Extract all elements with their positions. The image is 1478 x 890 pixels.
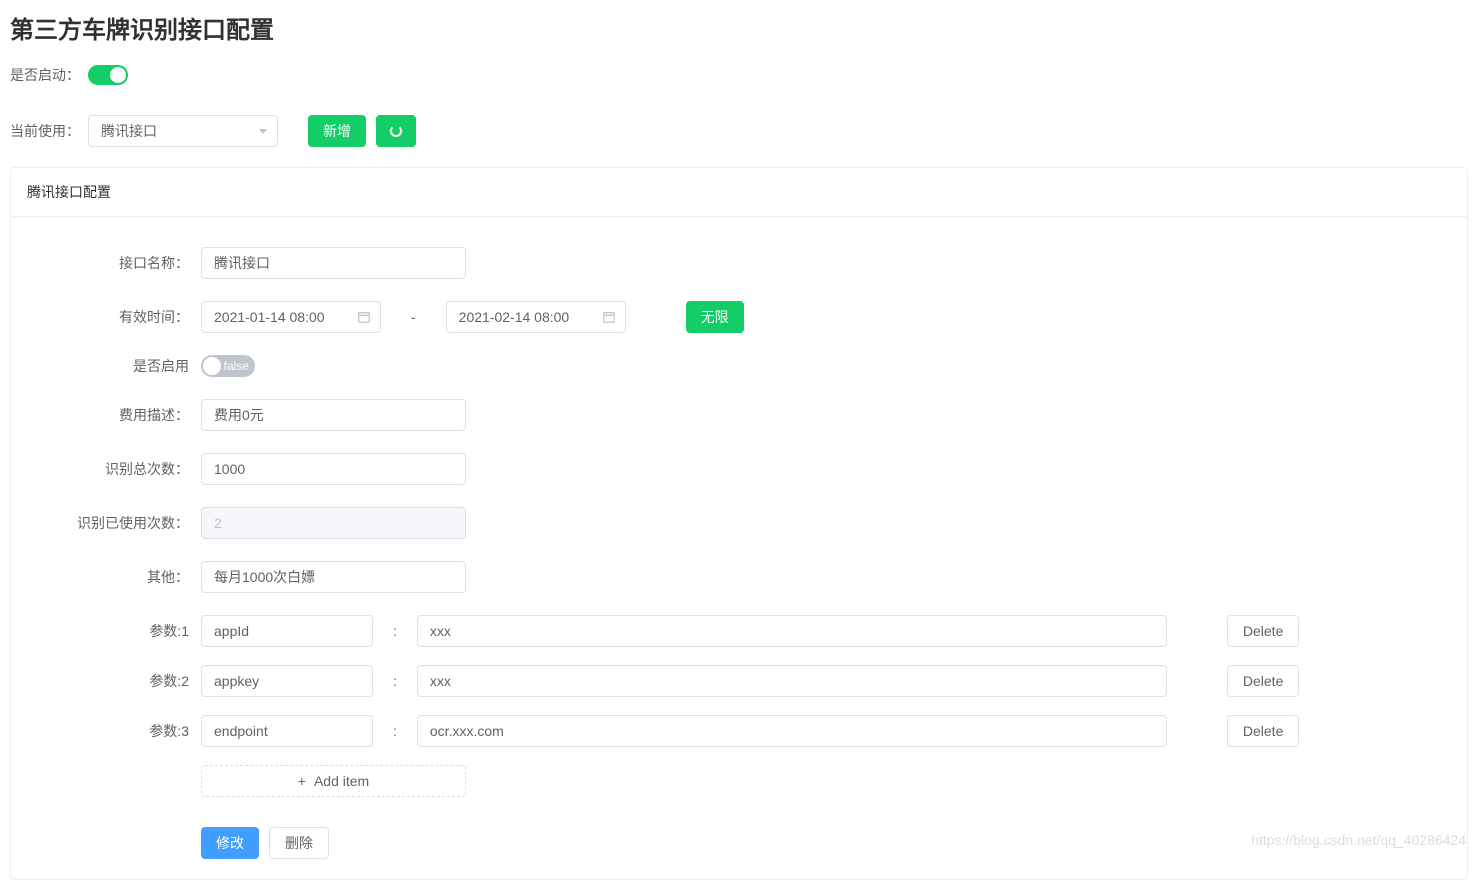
param-value-input[interactable] xyxy=(417,665,1167,697)
page-title: 第三方车牌识别接口配置 xyxy=(10,10,1468,45)
param-row: 参数:1 : Delete xyxy=(31,615,1447,647)
total-input[interactable] xyxy=(201,453,466,485)
param-value-input[interactable] xyxy=(417,615,1167,647)
refresh-button[interactable] xyxy=(376,115,416,147)
param-separator: : xyxy=(393,623,397,639)
other-input[interactable] xyxy=(201,561,466,593)
form-enable-label: 是否启用 xyxy=(31,356,201,376)
name-input[interactable] xyxy=(201,247,466,279)
param-label: 参数:2 xyxy=(31,671,201,691)
name-label: 接口名称： xyxy=(31,253,201,273)
current-use-value: 腾讯接口 xyxy=(101,121,157,141)
enable-switch[interactable] xyxy=(88,65,128,85)
card-header: 腾讯接口配置 xyxy=(11,168,1467,217)
used-input xyxy=(201,507,466,539)
param-value-input[interactable] xyxy=(417,715,1167,747)
other-label: 其他： xyxy=(31,567,201,587)
valid-end-input[interactable] xyxy=(446,301,626,333)
total-label: 识别总次数： xyxy=(31,459,201,479)
param-delete-button[interactable]: Delete xyxy=(1227,665,1299,697)
param-row: 参数:3 : Delete xyxy=(31,715,1447,747)
param-delete-button[interactable]: Delete xyxy=(1227,715,1299,747)
calendar-icon xyxy=(357,310,371,324)
refresh-icon xyxy=(390,125,402,137)
valid-time-label: 有效时间： xyxy=(31,307,201,327)
calendar-icon xyxy=(602,310,616,324)
param-row: 参数:2 : Delete xyxy=(31,665,1447,697)
param-label: 参数:1 xyxy=(31,621,201,641)
param-separator: : xyxy=(393,723,397,739)
add-item-button[interactable]: + Add item xyxy=(201,765,466,797)
form-enable-switch[interactable]: false xyxy=(201,355,255,377)
param-key-input[interactable] xyxy=(201,615,373,647)
param-key-input[interactable] xyxy=(201,715,373,747)
config-card: 腾讯接口配置 接口名称： 有效时间： - 无限 xyxy=(10,167,1468,880)
enable-label: 是否启动： xyxy=(10,65,80,85)
cost-label: 费用描述： xyxy=(31,405,201,425)
delete-button[interactable]: 删除 xyxy=(269,827,329,859)
used-label: 识别已使用次数： xyxy=(31,513,201,533)
param-delete-button[interactable]: Delete xyxy=(1227,615,1299,647)
infinite-button[interactable]: 无限 xyxy=(686,301,744,333)
current-use-label: 当前使用： xyxy=(10,121,80,141)
param-label: 参数:3 xyxy=(31,721,201,741)
param-key-input[interactable] xyxy=(201,665,373,697)
valid-start-input[interactable] xyxy=(201,301,381,333)
date-separator: - xyxy=(411,309,416,325)
add-button[interactable]: 新增 xyxy=(308,115,366,147)
param-separator: : xyxy=(393,673,397,689)
watermark: https://blog.csdn.net/qq_40286424 xyxy=(1251,832,1466,848)
add-item-label: Add item xyxy=(314,773,369,789)
plus-icon: + xyxy=(298,773,306,789)
current-use-select[interactable]: 腾讯接口 xyxy=(88,115,278,147)
cost-input[interactable] xyxy=(201,399,466,431)
modify-button[interactable]: 修改 xyxy=(201,827,259,859)
